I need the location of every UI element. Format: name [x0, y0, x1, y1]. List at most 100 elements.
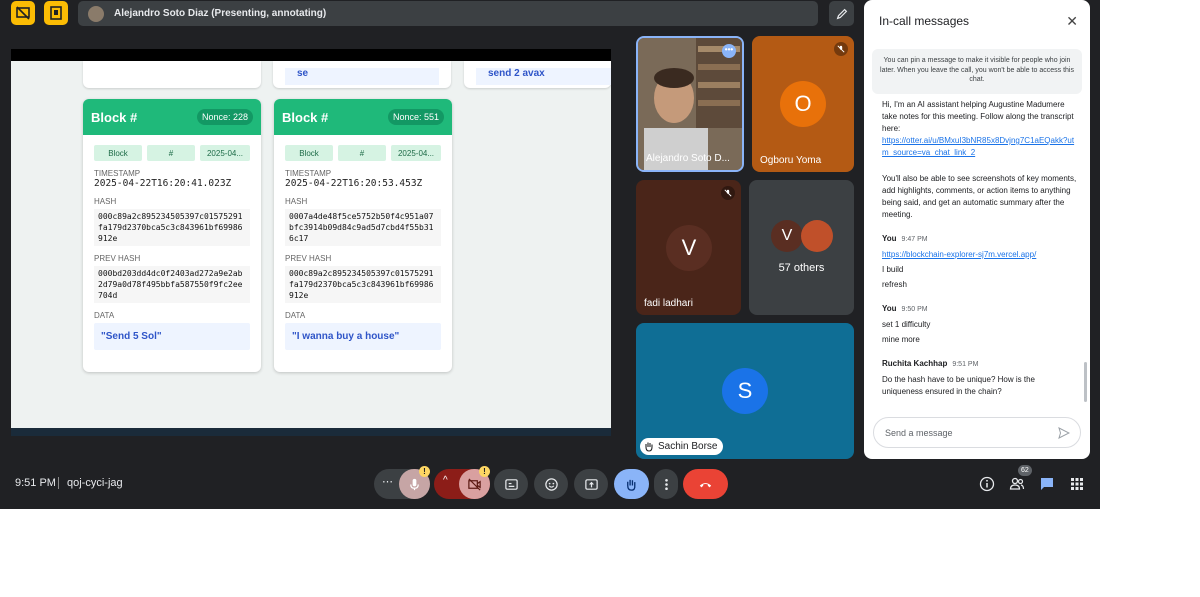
previous-block-card: send 2 avax	[464, 61, 611, 88]
clock: 9:51 PM	[15, 477, 56, 489]
timestamp-label: TIMESTAMP	[94, 169, 141, 178]
previous-block-data: se	[285, 68, 439, 85]
close-icon[interactable]: ✕	[1066, 13, 1078, 30]
prev-hash-value: 000bd203dd4dc0f2403ad272a9e2ab2d79a0d78f…	[94, 266, 250, 303]
avatar: O	[780, 81, 826, 127]
muted-icon	[721, 186, 735, 200]
camera-warning-icon: !	[479, 466, 490, 477]
chip: #	[147, 145, 195, 161]
block-card: Block # Nonce: 551 Block # 2025-04... TI…	[274, 99, 452, 372]
chip: 2025-04...	[200, 145, 250, 161]
participant-tile-sachin[interactable]: S Sachin Borse	[636, 323, 854, 459]
layout-icon	[50, 6, 62, 20]
present-icon	[584, 478, 598, 490]
block-card: Block # Nonce: 228 Block # 2025-04... TI…	[83, 99, 261, 372]
mic-options-icon[interactable]: ⋯	[382, 475, 393, 488]
more-vert-icon	[664, 478, 668, 490]
data-label: DATA	[285, 311, 306, 320]
message-sender: Ruchita Kachhap 9:51 PM	[882, 359, 979, 368]
prev-hash-value: 000c89a2c895234505397c01575291fa179d2370…	[285, 266, 441, 303]
chat-notice: You can pin a message to make it visible…	[872, 49, 1082, 94]
nonce-badge: Nonce: 228	[196, 109, 253, 125]
participant-tile-ogboru[interactable]: O Ogboru Yoma	[752, 36, 854, 172]
meet-window: Alejandro Soto Diaz (Presenting, annotat…	[0, 0, 1100, 509]
bot-message: You'll also be able to see screenshots o…	[882, 174, 1077, 219]
data-value: "I wanna buy a house"	[285, 323, 441, 350]
hash-value: 000c89a2c895234505397c01575291fa179d2370…	[94, 209, 250, 246]
previous-block-card	[83, 61, 261, 88]
message-input[interactable]: Send a message	[873, 417, 1081, 448]
presenter-avatar	[88, 5, 104, 22]
activities-button[interactable]	[1067, 474, 1087, 494]
camera-options-icon[interactable]: ^	[443, 475, 448, 486]
participant-name: Alejandro Soto D...	[646, 153, 730, 164]
pen-icon	[836, 8, 847, 19]
presenting-banner: Alejandro Soto Diaz (Presenting, annotat…	[78, 1, 818, 26]
chip: 2025-04...	[391, 145, 441, 161]
raised-hand-icon	[645, 442, 653, 452]
block-title: Block #	[282, 109, 329, 125]
screen-bottom-strip	[11, 428, 611, 436]
chip: Block	[285, 145, 333, 161]
message-sender: You 9:50 PM	[882, 304, 928, 313]
more-options-icon[interactable]: •••	[722, 44, 736, 58]
block-header: Block # Nonce: 551	[274, 99, 452, 135]
raise-hand-button[interactable]	[614, 469, 649, 499]
people-count-badge: 62	[1018, 465, 1032, 476]
meeting-details-button[interactable]	[977, 474, 997, 494]
prev-hash-label: PREV HASH	[94, 254, 141, 263]
send-icon[interactable]	[1058, 427, 1070, 439]
chat-button[interactable]	[1037, 474, 1057, 494]
participant-tile-alejandro[interactable]: ••• Alejandro Soto D...	[636, 36, 744, 172]
message-text: I build	[882, 265, 904, 274]
people-icon	[1009, 477, 1025, 490]
avatar: V	[666, 225, 712, 271]
hash-label: HASH	[94, 197, 117, 206]
message-text: Do the hash have to be unique? How is th…	[882, 375, 1035, 396]
participant-tile-others[interactable]: V 57 others	[749, 180, 854, 315]
block-header: Block # Nonce: 228	[83, 99, 261, 135]
participant-tile-fadi[interactable]: V fadi ladhari	[636, 180, 741, 315]
info-icon	[979, 476, 995, 492]
mic-icon	[410, 478, 419, 490]
muted-icon	[834, 42, 848, 56]
chat-icon	[1041, 478, 1053, 490]
timestamp-value: 2025-04-22T16:20:53.453Z	[285, 178, 423, 189]
stop-presenting-button[interactable]	[11, 1, 35, 25]
captions-icon	[504, 478, 518, 490]
participant-name: fadi ladhari	[644, 298, 693, 309]
more-options-button[interactable]	[654, 469, 678, 499]
presenting-title: Alejandro Soto Diaz (Presenting, annotat…	[114, 8, 327, 19]
avatar: S	[722, 368, 768, 414]
reactions-button[interactable]	[534, 469, 568, 499]
annotate-button[interactable]	[829, 1, 854, 26]
data-value: "Send 5 Sol"	[94, 323, 250, 350]
nonce-badge: Nonce: 551	[387, 109, 444, 125]
message-link[interactable]: https://blockchain-explorer-sj7m.vercel.…	[882, 249, 1078, 261]
hash-label: HASH	[285, 197, 308, 206]
participant-name: Ogboru Yoma	[760, 155, 822, 166]
avatar-image	[801, 220, 833, 252]
others-count: 57 others	[778, 262, 825, 274]
screen-top-strip	[11, 49, 611, 61]
present-button[interactable]	[574, 469, 608, 499]
people-button[interactable]	[1007, 474, 1027, 494]
end-call-icon	[699, 482, 712, 487]
meeting-code: qoj-cyci-jag	[67, 477, 123, 489]
message-input-placeholder: Send a message	[885, 427, 953, 438]
transcript-link[interactable]: https://otter.ai/u/BMxuI3bNR85x8Dvjng7C1…	[882, 135, 1078, 159]
chat-scrollbar[interactable]	[1084, 362, 1087, 402]
message-text: refresh	[882, 280, 907, 289]
leave-call-button[interactable]	[683, 469, 728, 499]
message-time: 9:47 PM	[901, 236, 928, 243]
captions-button[interactable]	[494, 469, 528, 499]
message-sender: You 9:47 PM	[882, 234, 928, 243]
emoji-icon	[544, 477, 558, 491]
message-text: mine more	[882, 335, 920, 344]
chat-panel: In-call messages ✕ You can pin a message…	[864, 0, 1090, 459]
previous-block-card: se	[273, 61, 451, 88]
avatar: V	[771, 220, 803, 252]
presenter-layout-button[interactable]	[44, 1, 68, 25]
message-text: set 1 difficulty	[882, 320, 931, 329]
divider	[58, 477, 59, 489]
